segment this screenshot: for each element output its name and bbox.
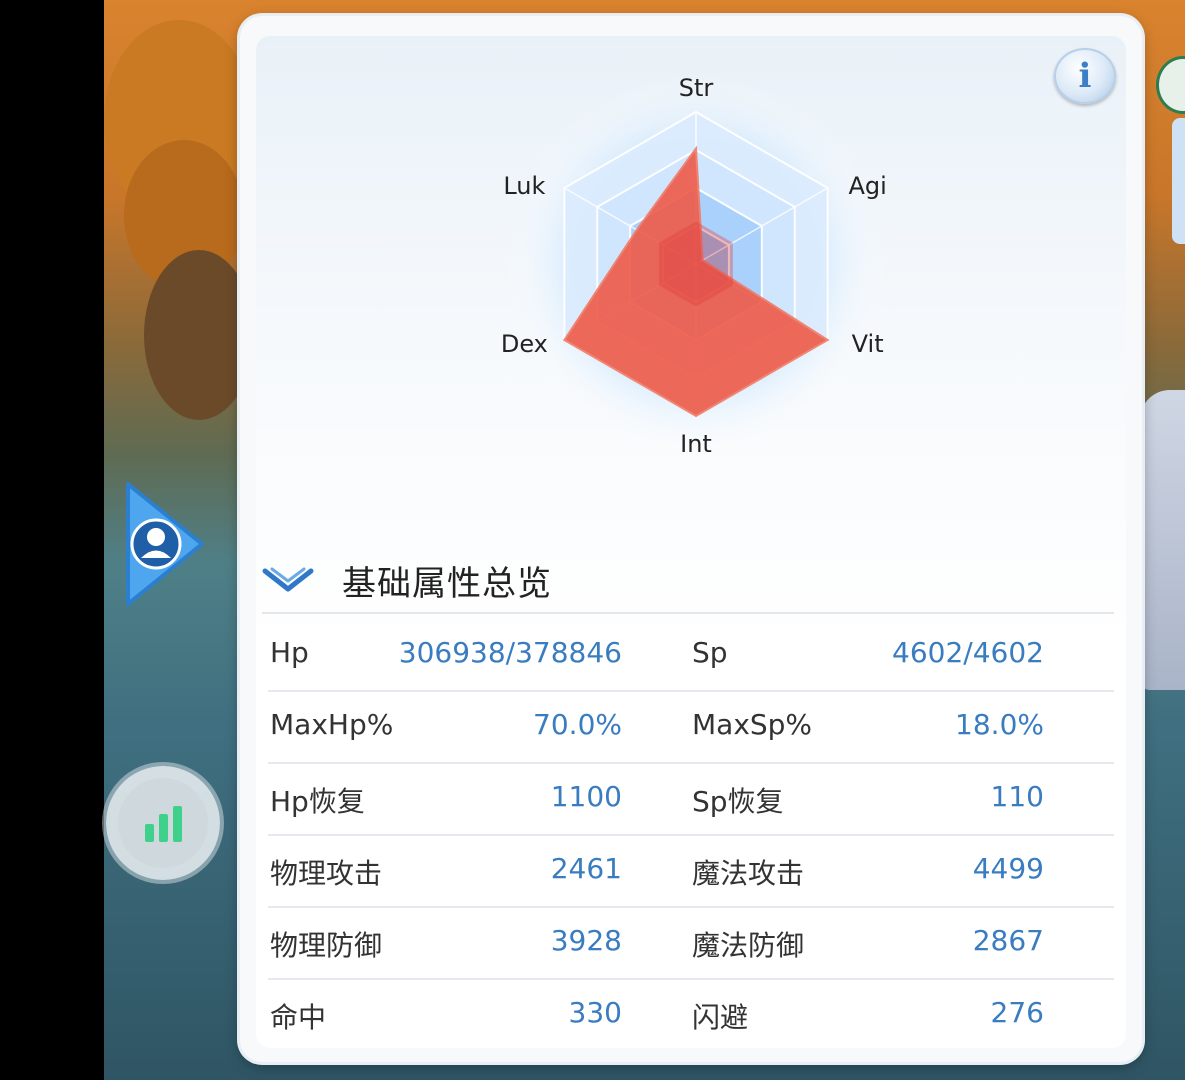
radar-axis-label-dex: Dex xyxy=(501,330,548,358)
divider xyxy=(262,612,1114,614)
stat-row: 物理攻击 2461 魔法攻击 4499 xyxy=(268,836,1114,908)
chevron-down-icon[interactable] xyxy=(262,565,314,595)
stat-row: 命中 330 闪避 276 xyxy=(268,980,1114,1050)
info-icon[interactable]: i xyxy=(1054,48,1116,104)
radar-axis-label-agi: Agi xyxy=(848,172,886,200)
play-arrow-icon[interactable] xyxy=(122,480,206,608)
radar-axis-label-str: Str xyxy=(679,74,714,102)
stat-value: 4499 xyxy=(972,852,1044,885)
stat-row: Hp恢复 1100 Sp恢复 110 xyxy=(268,764,1114,836)
signal-bar xyxy=(172,806,182,842)
stat-label: 魔法防御 xyxy=(692,929,805,962)
stat-value: 110 xyxy=(990,780,1044,813)
stat-label: 命中 xyxy=(270,1001,327,1034)
stat-value: 2461 xyxy=(550,852,622,885)
stat-label: MaxHp% xyxy=(270,708,394,741)
radar-axis-label-int: Int xyxy=(680,430,712,456)
left-black-bar xyxy=(0,0,104,1080)
stat-value: 2867 xyxy=(972,924,1044,957)
attribute-radar-chart: Str Agi Vit Int Dex Luk xyxy=(501,72,888,456)
stat-value: 4602/4602 xyxy=(892,636,1044,669)
stat-label: Sp恢复 xyxy=(692,785,784,818)
stat-label: 魔法攻击 xyxy=(692,857,805,890)
radar-axis-label-vit: Vit xyxy=(852,330,884,358)
stat-value: 306938/378846 xyxy=(398,636,622,669)
signal-bar xyxy=(144,824,154,842)
stat-value: 70.0% xyxy=(533,708,622,741)
stat-value: 330 xyxy=(568,996,622,1029)
stat-label: Sp xyxy=(692,636,728,669)
signal-bars-icon[interactable] xyxy=(106,766,220,880)
stat-value: 1100 xyxy=(550,780,622,813)
side-tab[interactable] xyxy=(1172,118,1185,244)
signal-icon-inner xyxy=(118,778,208,868)
tree-trunk xyxy=(144,250,254,420)
character-sprite xyxy=(1140,390,1185,690)
stat-row: 物理防御 3928 魔法防御 2867 xyxy=(268,908,1114,980)
signal-bar xyxy=(158,814,168,842)
section-header[interactable]: 基础属性总览 xyxy=(262,552,552,608)
stat-label: 物理防御 xyxy=(270,929,383,962)
stat-value: 276 xyxy=(990,996,1044,1029)
stat-label: 物理攻击 xyxy=(270,857,383,890)
stat-label: 闪避 xyxy=(692,1001,749,1034)
stat-label: Hp xyxy=(270,636,309,669)
stat-value: 18.0% xyxy=(955,708,1044,741)
stat-row: Hp 306938/378846 Sp 4602/4602 xyxy=(268,620,1114,692)
section-title: 基础属性总览 xyxy=(342,563,552,604)
stats-table: Hp 306938/378846 Sp 4602/4602 MaxHp% 70.… xyxy=(268,620,1114,1050)
stat-value: 3928 xyxy=(550,924,622,957)
stat-label: Hp恢复 xyxy=(270,785,365,818)
stat-row: MaxHp% 70.0% MaxSp% 18.0% xyxy=(268,692,1114,764)
stat-label: MaxSp% xyxy=(692,708,813,741)
radar-axis-label-luk: Luk xyxy=(503,172,545,200)
